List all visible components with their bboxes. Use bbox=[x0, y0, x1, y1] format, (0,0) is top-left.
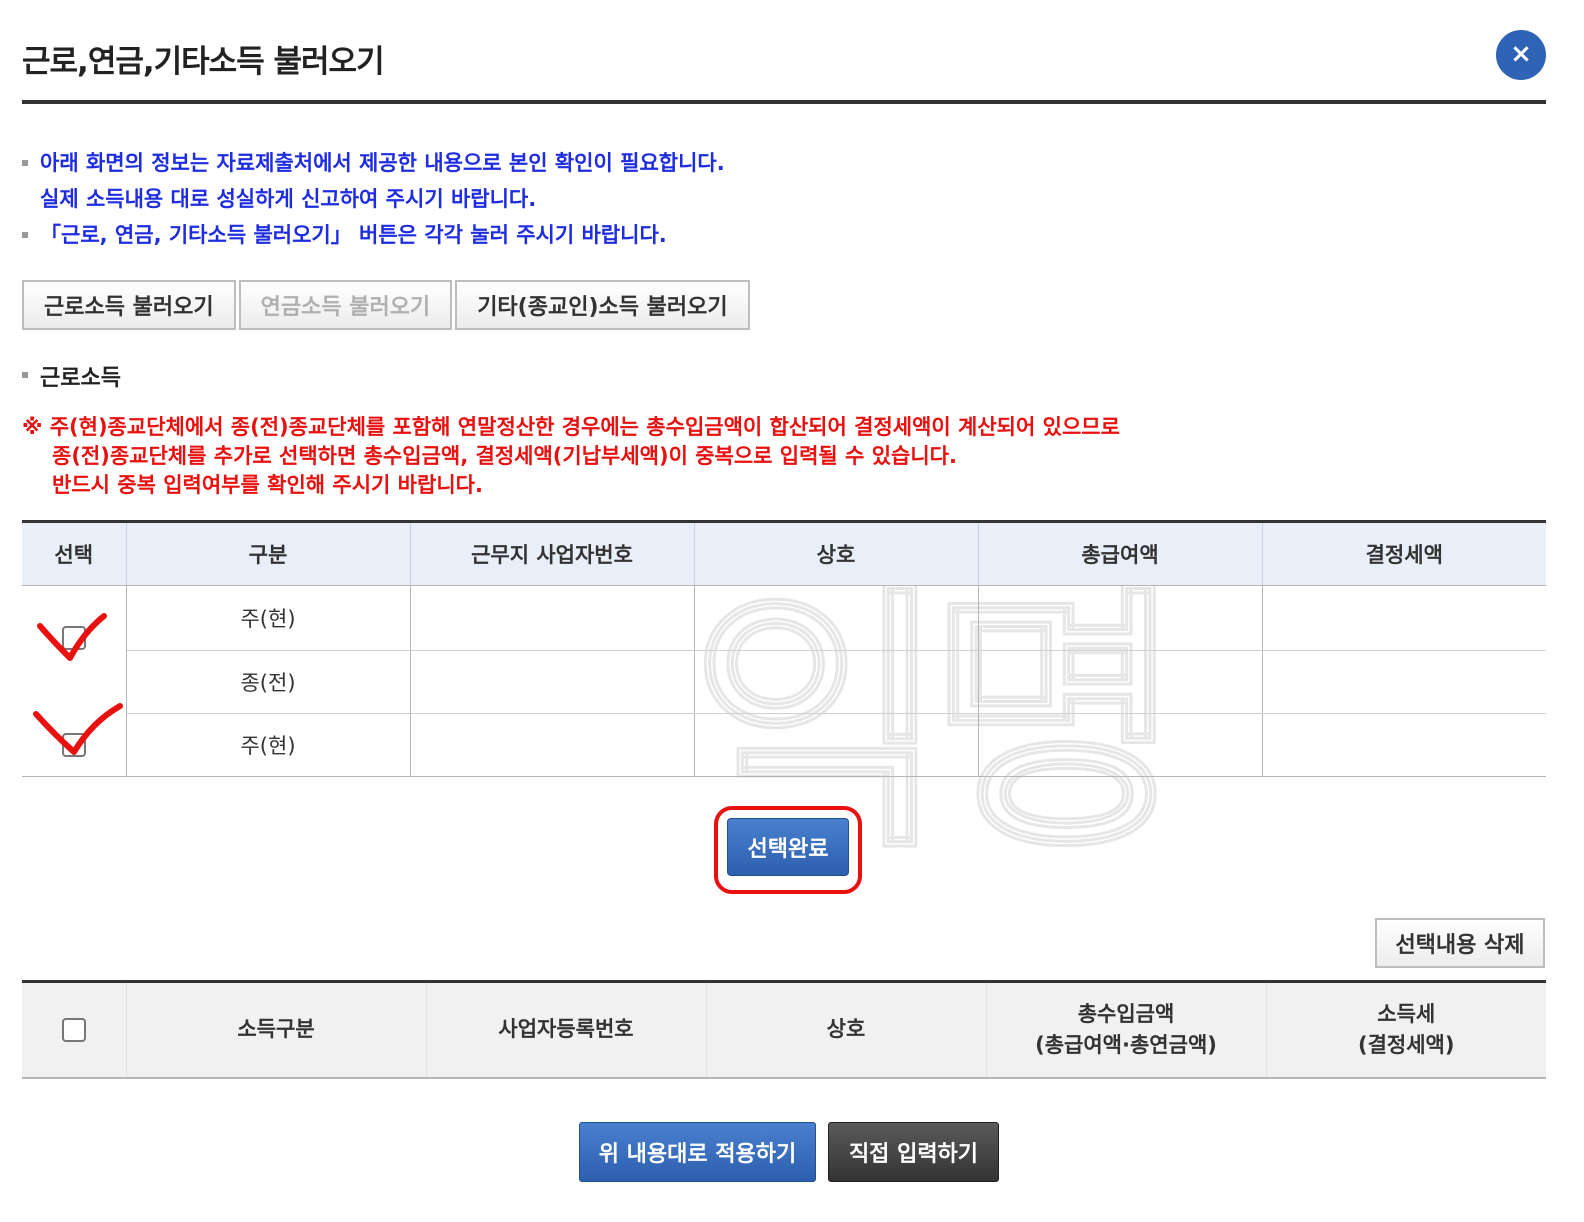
table-row: 주(현) bbox=[22, 585, 1546, 651]
income-table: 선택 구분 근무지 사업자번호 상호 총급여액 결정세액 주(현) 종(전) 주… bbox=[22, 520, 1546, 777]
column-header-name: 상호 bbox=[706, 981, 987, 1078]
close-button[interactable]: × bbox=[1496, 30, 1546, 80]
tax-cell bbox=[1262, 713, 1546, 777]
header-line: (총급여액·총연금액) bbox=[1035, 1032, 1217, 1057]
warning-line: 종(전)종교단체를 추가로 선택하면 총수입금액, 결정세액(기납부세액)이 중… bbox=[52, 444, 957, 468]
select-cell bbox=[22, 650, 127, 713]
section-title: 근로소득 bbox=[22, 360, 121, 392]
tax-cell bbox=[1262, 650, 1546, 714]
warning-block: ※ 주(현)종교단체에서 종(전)종교단체를 포함해 연말정산한 경우에는 총수… bbox=[22, 413, 1120, 500]
load-earned-income-button[interactable]: 근로소득 불러오기 bbox=[22, 280, 236, 330]
column-header-tax: 결정세액 bbox=[1262, 521, 1546, 586]
name-cell bbox=[694, 585, 979, 651]
warning-line: 반드시 중복 입력여부를 확인해 주시기 바랍니다. bbox=[52, 473, 483, 497]
notice-line: 「근로, 연금, 기타소득 불러오기」 버튼은 각각 눌러 주시기 바랍니다. bbox=[22, 217, 725, 253]
column-header-total-pay: 총급여액 bbox=[978, 521, 1263, 586]
delete-selection-button[interactable]: 선택내용 삭제 bbox=[1375, 918, 1545, 968]
load-other-income-button[interactable]: 기타(종교인)소득 불러오기 bbox=[455, 280, 750, 330]
select-cell bbox=[22, 585, 127, 650]
column-header-biz-no: 근무지 사업자번호 bbox=[410, 521, 695, 586]
title-divider bbox=[22, 100, 1546, 104]
dialog-title: 근로,연금,기타소득 불러오기 bbox=[22, 44, 385, 80]
total-pay-cell bbox=[978, 650, 1263, 714]
column-header-income-tax: 소득세 (결정세액) bbox=[1266, 981, 1546, 1078]
total-pay-cell bbox=[978, 713, 1263, 777]
table-row: 주(현) bbox=[22, 713, 1546, 777]
header-line: (결정세액) bbox=[1358, 1032, 1455, 1057]
notice-block: 아래 화면의 정보는 자료제출처에서 제공한 내용으로 본인 확인이 필요합니다… bbox=[22, 145, 725, 253]
table-row: 종(전) bbox=[22, 650, 1546, 714]
tax-cell bbox=[1262, 585, 1546, 651]
row-checkbox[interactable] bbox=[61, 732, 86, 757]
name-cell bbox=[694, 713, 979, 777]
type-cell: 종(전) bbox=[126, 650, 411, 714]
type-cell: 주(현) bbox=[126, 713, 411, 777]
load-buttons: 근로소득 불러오기 연금소득 불러오기 기타(종교인)소득 불러오기 bbox=[22, 280, 750, 330]
column-header-total-income: 총수입금액 (총급여액·총연금액) bbox=[986, 981, 1267, 1078]
load-pension-income-button[interactable]: 연금소득 불러오기 bbox=[238, 280, 453, 330]
name-cell bbox=[694, 650, 979, 714]
type-cell: 주(현) bbox=[126, 585, 411, 651]
row-checkbox[interactable] bbox=[61, 626, 86, 650]
warning-line: ※ 주(현)종교단체에서 종(전)종교단체를 포함해 연말정산한 경우에는 총수… bbox=[22, 415, 1120, 439]
close-icon: × bbox=[1510, 39, 1532, 69]
column-header-name: 상호 bbox=[694, 521, 979, 586]
select-all-checkbox[interactable] bbox=[61, 1018, 86, 1043]
column-header-type: 구분 bbox=[126, 521, 411, 586]
header-line: 총수입금액 bbox=[1077, 1001, 1175, 1026]
confirm-selection-button[interactable]: 선택완료 bbox=[727, 818, 849, 876]
total-pay-cell bbox=[978, 585, 1263, 651]
select-cell bbox=[22, 713, 127, 777]
biz-no-cell bbox=[410, 650, 695, 714]
apply-button[interactable]: 위 내용대로 적용하기 bbox=[579, 1122, 816, 1182]
table-header-row: 선택 구분 근무지 사업자번호 상호 총급여액 결정세액 bbox=[22, 521, 1546, 586]
selected-income-table: 소득구분 사업자등록번호 상호 총수입금액 (총급여액·총연금액) 소득세 (결… bbox=[22, 980, 1546, 1079]
biz-no-cell bbox=[410, 585, 695, 651]
biz-no-cell bbox=[410, 713, 695, 777]
header-line: 소득세 bbox=[1377, 1001, 1436, 1026]
column-header-income-type: 소득구분 bbox=[126, 981, 427, 1078]
table-header-row: 소득구분 사업자등록번호 상호 총수입금액 (총급여액·총연금액) 소득세 (결… bbox=[22, 981, 1546, 1078]
notice-line: 아래 화면의 정보는 자료제출처에서 제공한 내용으로 본인 확인이 필요합니다… bbox=[22, 145, 725, 181]
footer-actions: 위 내용대로 적용하기 직접 입력하기 bbox=[579, 1122, 999, 1182]
select-all-cell bbox=[22, 981, 127, 1078]
column-header-biz-reg-no: 사업자등록번호 bbox=[426, 981, 707, 1078]
notice-line: 실제 소득내용 대로 성실하게 신고하여 주시기 바랍니다. bbox=[40, 187, 537, 211]
column-header-select: 선택 bbox=[22, 521, 127, 586]
manual-input-button[interactable]: 직접 입력하기 bbox=[828, 1122, 999, 1182]
